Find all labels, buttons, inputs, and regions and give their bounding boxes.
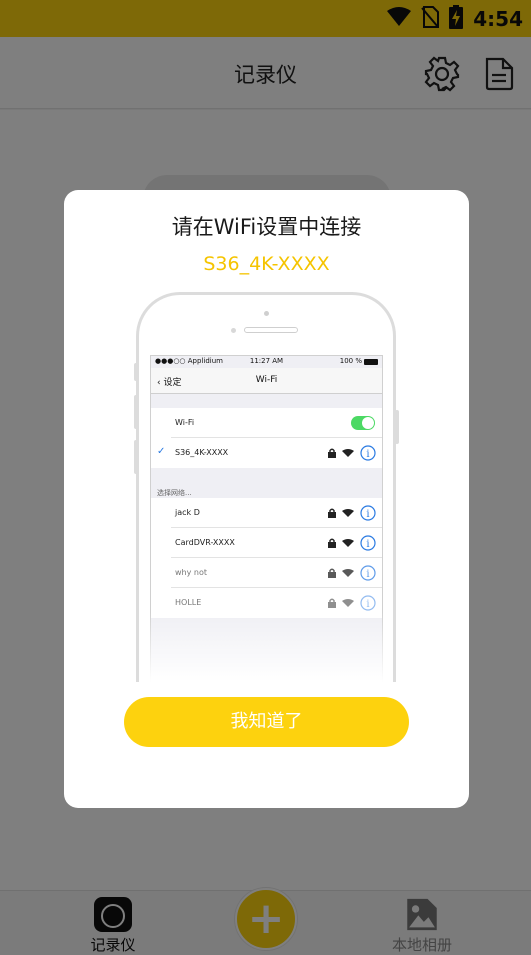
ios-connected-network: S36_4K-XXXX — [175, 448, 229, 457]
dialog-ssid: S36_4K-XXXX — [203, 253, 330, 275]
phone-side-button — [134, 395, 138, 429]
dialog-title: 请在WiFi设置中连接 — [171, 215, 362, 239]
lock-icon — [328, 568, 336, 578]
checkmark-icon: ✓ — [157, 446, 166, 457]
network-name: why not — [175, 568, 207, 577]
phone-camera — [231, 328, 236, 333]
svg-text:i: i — [366, 569, 369, 580]
lock-icon — [328, 598, 336, 608]
wifi-icon — [342, 539, 354, 547]
phone-side-button — [395, 410, 399, 444]
network-name: jack D — [175, 508, 200, 517]
ios-section-label: 选择网络... — [157, 489, 192, 497]
ios-wifi-group: Wi-Fi ✓ S36_4K-XXXX i — [151, 408, 382, 468]
confirm-button[interactable]: 我知道了 — [124, 697, 409, 747]
wifi-icon — [342, 509, 354, 517]
ios-network-icons: i — [328, 445, 376, 461]
ios-nav-bar: ‹ 设定 Wi-Fi — [151, 368, 382, 394]
phone-front-sensor — [264, 311, 269, 316]
info-icon: i — [360, 595, 376, 611]
svg-text:i: i — [366, 539, 369, 550]
battery-icon — [364, 359, 378, 365]
ios-status-bar: ●●●○○ Applidium 11:27 AM 100 % — [151, 356, 382, 368]
info-icon: i — [360, 445, 376, 461]
wifi-icon — [342, 449, 354, 457]
svg-text:i: i — [366, 509, 369, 520]
info-icon: i — [360, 535, 376, 551]
lock-icon — [328, 538, 336, 548]
info-icon: i — [360, 505, 376, 521]
ios-battery-text: 100 % — [339, 357, 362, 365]
wifi-connect-dialog: 请在WiFi设置中连接 S36_4K-XXXX ●●●○○ Applidium … — [64, 190, 469, 808]
info-icon: i — [360, 565, 376, 581]
wifi-icon — [342, 569, 354, 577]
ios-wifi-toggle-row: Wi-Fi — [151, 408, 382, 438]
toggle-switch-icon — [351, 416, 375, 430]
network-name: CardDVR-XXXX — [175, 538, 235, 547]
phone-fade — [139, 612, 393, 682]
list-item: CardDVR-XXXX i — [151, 528, 382, 558]
ios-network-list: jack D i CardDVR-XXXX i why not i HOLLE … — [151, 498, 382, 618]
phone-speaker — [244, 327, 298, 333]
wifi-icon — [342, 599, 354, 607]
phone-side-button — [134, 440, 138, 474]
phone-side-button — [134, 363, 138, 381]
network-name: HOLLE — [175, 598, 202, 607]
phone-illustration: ●●●○○ Applidium 11:27 AM 100 % ‹ 设定 Wi-F… — [136, 292, 396, 682]
lock-icon — [328, 508, 336, 518]
ios-connected-network-row: ✓ S36_4K-XXXX i — [151, 438, 382, 468]
ios-nav-title: Wi-Fi — [255, 375, 278, 385]
svg-text:i: i — [366, 599, 369, 610]
list-item: jack D i — [151, 498, 382, 528]
lock-icon — [328, 448, 336, 458]
ios-wifi-label: Wi-Fi — [175, 418, 195, 427]
svg-text:i: i — [366, 449, 369, 460]
list-item: why not i — [151, 558, 382, 588]
